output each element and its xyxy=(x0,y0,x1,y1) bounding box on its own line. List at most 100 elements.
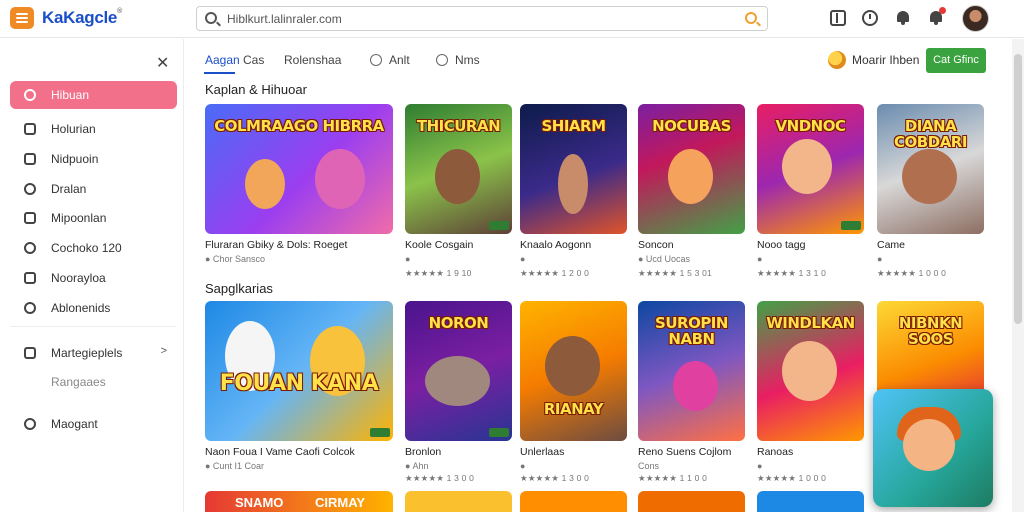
game-card-partial[interactable] xyxy=(405,491,512,512)
sidebar-item-noorayloa[interactable]: Noorayloa xyxy=(10,264,177,292)
thumbnail-caption: RIANAY xyxy=(543,400,604,418)
sidebar-item-martegieplels[interactable]: Martegieplels > xyxy=(10,339,177,367)
app-logo[interactable]: KaKagcle® xyxy=(42,8,122,28)
sidebar-item-label: Dralan xyxy=(51,182,87,196)
circle-icon xyxy=(24,183,36,195)
game-meta: ● Ucd Uocas xyxy=(638,254,690,264)
game-meta: ● Cunt I1 Coar xyxy=(205,461,264,471)
history-clock-icon[interactable] xyxy=(862,10,878,26)
game-thumbnail[interactable]: SHIARM xyxy=(520,104,627,234)
sidebar-item-holurian[interactable]: Holurian xyxy=(10,115,177,143)
badge xyxy=(489,428,509,437)
game-title[interactable]: Knaalo Aogonn xyxy=(520,239,591,251)
tag-icon xyxy=(370,54,382,66)
list-icon xyxy=(24,272,36,284)
game-rating: ★★★★★ 1 3 0 0 xyxy=(405,473,475,483)
target-icon xyxy=(24,302,36,314)
game-title[interactable]: Naon Foua I Vame Caofi Colcok xyxy=(205,446,355,458)
game-title[interactable]: Fluraran Gbiky & Dols: Roeget xyxy=(205,239,347,251)
scrollbar-thumb[interactable] xyxy=(1014,54,1022,324)
game-thumbnail[interactable]: NOCUBAS xyxy=(638,104,745,234)
sidebar-item-maogant[interactable]: Maogant xyxy=(10,410,177,438)
thumbnail-caption: SUROPIN NABN xyxy=(655,314,728,348)
sidebar-item-dralan[interactable]: Dralan xyxy=(10,175,177,203)
game-thumbnail[interactable]: SUROPIN NABN xyxy=(638,301,745,441)
game-rating: ★★★★★ 1 3 0 0 xyxy=(520,473,590,483)
add-circle-icon xyxy=(436,54,448,66)
thumbnail-caption: FOUAN KANA xyxy=(219,371,379,396)
video-icon xyxy=(24,153,36,165)
thumbnail-caption: SNAMO xyxy=(235,495,284,510)
game-card-partial[interactable] xyxy=(520,491,627,512)
game-thumbnail[interactable]: RIANAY xyxy=(520,301,627,441)
bell-icon[interactable] xyxy=(895,10,911,26)
game-thumbnail[interactable]: DIANA COBDARI xyxy=(877,104,984,234)
game-thumbnail[interactable]: FOUAN KANA xyxy=(205,301,393,441)
chevron-right-icon: > xyxy=(160,345,167,357)
section-title: Sapglkarias xyxy=(205,281,273,296)
game-thumbnail[interactable]: THICURAN xyxy=(405,104,512,234)
game-rating: ★★★★★ 1 5 3 01 xyxy=(638,268,712,278)
game-card-partial[interactable] xyxy=(757,491,864,512)
tab-nms[interactable]: Nms xyxy=(455,53,480,67)
game-title[interactable]: Ranoas xyxy=(757,446,793,458)
sidebar-item-nidpuoin[interactable]: Nidpuoin xyxy=(10,145,177,173)
sidebar-item-label: Martegieplels xyxy=(51,346,123,360)
game-card-partial[interactable] xyxy=(638,491,745,512)
game-card-partial[interactable]: SNAMO CIRMAY xyxy=(205,491,393,512)
sidebar: ✕ Hibuan Holurian Nidpuoin Dralan Mipoon… xyxy=(0,39,184,512)
promo-link[interactable]: Moarir Ihben xyxy=(852,53,919,67)
sidebar-item-mipoonlan[interactable]: Mipoonlan xyxy=(10,204,177,232)
tab-anlt[interactable]: Anlt xyxy=(389,53,410,67)
home-icon xyxy=(24,89,36,101)
game-title[interactable]: Bronlon xyxy=(405,446,441,458)
cta-button[interactable]: Cat Gfinc xyxy=(926,48,986,73)
tab-aagan[interactable]: Aagan xyxy=(205,53,240,67)
tab-cas[interactable]: Cas xyxy=(243,53,264,67)
sidebar-item-cochoko[interactable]: Cochoko 120 xyxy=(10,234,177,262)
user-avatar[interactable] xyxy=(962,5,989,32)
tab-rolenshaa[interactable]: Rolenshaa xyxy=(284,53,341,67)
thumbnail-caption: WINDLKAN xyxy=(766,314,855,332)
badge xyxy=(370,428,390,437)
game-meta: ● Ahn xyxy=(405,461,429,471)
thumbnail-caption: THICURAN xyxy=(416,117,501,135)
apps-grid-icon[interactable] xyxy=(830,10,846,26)
thumbnail-caption: NORON xyxy=(428,314,489,332)
thumbnail-caption: SHIARM xyxy=(541,117,606,135)
game-title[interactable]: Nooo tagg xyxy=(757,239,805,251)
game-thumbnail[interactable]: WINDLKAN xyxy=(757,301,864,441)
game-thumbnail[interactable]: VNDNOC xyxy=(757,104,864,234)
hamburger-menu-icon[interactable] xyxy=(10,7,34,29)
search-input[interactable] xyxy=(227,12,727,26)
game-rating: ★★★★★ 1 0 0 0 xyxy=(757,473,827,483)
settings-icon xyxy=(24,418,36,430)
sidebar-item-label: Ablonenids xyxy=(51,301,111,315)
game-title[interactable]: Unlerlaas xyxy=(520,446,564,458)
game-meta: ● Chor Sansco xyxy=(205,254,265,264)
document-icon xyxy=(24,123,36,135)
search-bar[interactable] xyxy=(196,6,768,31)
game-title[interactable]: Came xyxy=(877,239,905,251)
game-title[interactable]: Koole Cosgain xyxy=(405,239,473,251)
game-rating: ★★★★★ 1 9 10 xyxy=(405,268,472,278)
sidebar-item-hibuan[interactable]: Hibuan xyxy=(10,81,177,109)
sidebar-subitem-rangaaes[interactable]: Rangaaes xyxy=(51,375,106,389)
section-title: Kaplan & Hihuoar xyxy=(205,82,307,97)
game-thumbnail[interactable]: COLMRAAGO HIBRRA xyxy=(205,104,393,234)
game-rating: ★★★★★ 1 1 0 0 xyxy=(638,473,708,483)
badge xyxy=(841,221,861,230)
game-title[interactable]: Reno Suens Cojlom xyxy=(638,446,731,458)
top-bar: KaKagcle® xyxy=(0,0,1024,38)
thumbnail-caption: COLMRAAGO HIBRRA xyxy=(214,117,384,135)
game-meta: ● xyxy=(520,461,526,471)
floating-promo-card[interactable] xyxy=(873,389,993,507)
game-thumbnail[interactable]: NORON xyxy=(405,301,512,441)
game-thumbnail[interactable]: NIBNKN SOOS xyxy=(877,301,984,401)
close-icon[interactable]: ✕ xyxy=(156,53,169,73)
sidebar-item-label: Noorayloa xyxy=(51,271,106,285)
search-submit-icon[interactable] xyxy=(745,12,757,24)
folder-icon xyxy=(24,347,36,359)
sidebar-item-ablonenids[interactable]: Ablonenids xyxy=(10,294,177,322)
game-title[interactable]: Soncon xyxy=(638,239,674,251)
